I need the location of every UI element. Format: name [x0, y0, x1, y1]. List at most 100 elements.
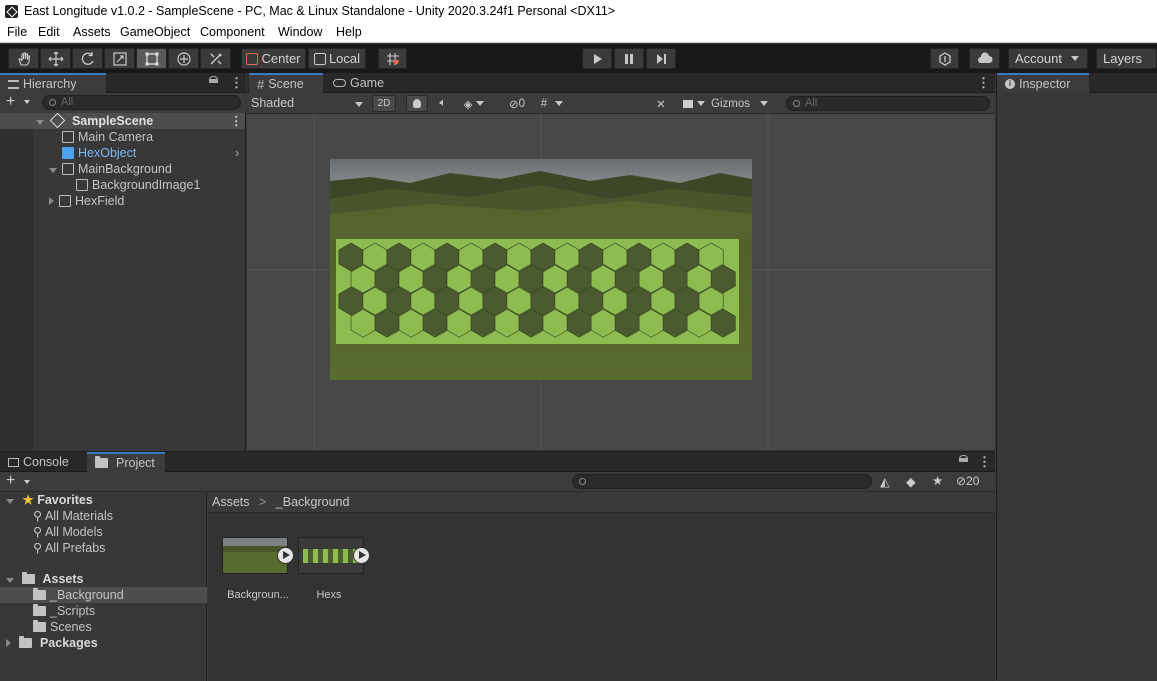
- play-icon[interactable]: [277, 547, 294, 564]
- eye-off-icon: ⊘: [956, 474, 967, 488]
- hierarchy-item[interactable]: MainBackground: [0, 161, 245, 177]
- dropdown-arrow-icon: [1071, 56, 1079, 61]
- hidden-packages-toggle[interactable]: ⊘20: [956, 474, 979, 488]
- camera-dropdown[interactable]: [679, 95, 709, 112]
- dropdown-arrow-icon: [697, 101, 705, 106]
- audio-toggle-button[interactable]: 🔈︎: [433, 95, 453, 112]
- layers-dropdown[interactable]: Layers: [1096, 48, 1157, 69]
- scene-panel: # Scene Game ⋮ Shaded 2D 🔈︎ ◈ ⊘ 0 # ✕ Giz…: [247, 73, 995, 450]
- item-label: MainBackground: [78, 162, 172, 176]
- transform-tool-button[interactable]: [168, 48, 199, 69]
- assets-row[interactable]: Assets: [0, 571, 207, 587]
- tab-game[interactable]: Game: [325, 73, 392, 93]
- scene-viewport[interactable]: [247, 114, 995, 450]
- hierarchy-item[interactable]: Main Camera: [0, 129, 245, 145]
- lock-icon[interactable]: [209, 76, 218, 83]
- tab-console[interactable]: Console: [0, 452, 77, 472]
- scene-row[interactable]: SampleScene ⋮: [0, 112, 245, 129]
- gizmos-dropdown[interactable]: Gizmos: [711, 95, 777, 112]
- rect-tool-button[interactable]: [136, 48, 167, 69]
- menu-edit[interactable]: Edit: [38, 25, 60, 39]
- pause-button[interactable]: [614, 48, 644, 69]
- menu-assets[interactable]: Assets: [73, 25, 111, 39]
- dropdown-arrow-icon: [476, 101, 485, 106]
- hex-field: [336, 239, 739, 344]
- grid-dropdown[interactable]: #: [534, 95, 570, 112]
- pivot-local-button[interactable]: Local: [308, 48, 366, 69]
- hierarchy-item[interactable]: BackgroundImage1: [0, 177, 245, 193]
- folder-label: Scenes: [50, 620, 92, 634]
- hidden-objects-toggle[interactable]: ⊘ 0: [502, 95, 532, 112]
- shading-dropdown[interactable]: Shaded: [251, 95, 366, 112]
- dropdown-arrow-icon[interactable]: [24, 480, 30, 484]
- menu-gameobject[interactable]: GameObject: [120, 25, 190, 39]
- expand-arrow-icon[interactable]: [36, 120, 44, 125]
- kebab-menu-icon[interactable]: ⋮: [230, 113, 243, 129]
- expand-arrow-icon[interactable]: [6, 578, 14, 583]
- custom-tool-button[interactable]: [200, 48, 231, 69]
- asset-label: Backgroun...: [227, 589, 289, 601]
- lock-icon[interactable]: [959, 455, 968, 462]
- play-icon[interactable]: [353, 547, 370, 564]
- grid-icon: #: [540, 97, 548, 110]
- collapse-arrow-icon[interactable]: [49, 197, 54, 205]
- lighting-toggle-button[interactable]: [406, 95, 428, 112]
- packages-row[interactable]: Packages: [0, 635, 207, 651]
- favorite-item[interactable]: ⚲ All Materials: [0, 508, 207, 524]
- tab-hierarchy[interactable]: Hierarchy: [0, 73, 106, 93]
- breadcrumb-current[interactable]: _Background: [276, 495, 350, 509]
- scene-search-input[interactable]: All: [786, 96, 990, 111]
- kebab-menu-icon[interactable]: ⋮: [978, 454, 991, 470]
- favorites-row[interactable]: ★ Favorites: [0, 492, 207, 508]
- menu-help[interactable]: Help: [336, 25, 362, 39]
- hash-icon: #: [257, 76, 265, 92]
- tab-scene[interactable]: # Scene: [249, 73, 323, 93]
- collab-button[interactable]: [930, 48, 959, 69]
- menu-file[interactable]: File: [7, 25, 27, 39]
- hand-tool-button[interactable]: [8, 48, 39, 69]
- grid-snap-button[interactable]: [378, 48, 407, 69]
- 2d-toggle-button[interactable]: 2D: [372, 95, 396, 112]
- plus-icon[interactable]: +: [6, 472, 15, 490]
- cloud-button[interactable]: [969, 48, 1000, 69]
- expand-arrow-icon[interactable]: [49, 168, 57, 173]
- hierarchy-header: Hierarchy ⋮: [0, 73, 246, 93]
- breadcrumb-assets[interactable]: Assets: [212, 495, 250, 509]
- folder-item[interactable]: Scenes: [0, 619, 207, 635]
- hierarchy-item-prefab[interactable]: HexObject ›: [0, 145, 245, 161]
- tab-project[interactable]: Project: [87, 452, 165, 472]
- effects-dropdown[interactable]: ◈: [457, 95, 491, 112]
- tools-button[interactable]: ✕: [650, 95, 672, 112]
- search-icon: ⚲: [33, 509, 45, 523]
- favorite-item[interactable]: ⚲ All Models: [0, 524, 207, 540]
- hierarchy-search-input[interactable]: All: [42, 95, 241, 110]
- kebab-menu-icon[interactable]: ⋮: [977, 75, 990, 91]
- rotate-tool-button[interactable]: [72, 48, 103, 69]
- play-button[interactable]: [582, 48, 612, 69]
- collapse-arrow-icon[interactable]: [6, 639, 11, 647]
- menu-component[interactable]: Component: [200, 25, 265, 39]
- star-icon[interactable]: ★: [932, 473, 943, 488]
- expand-arrow-icon[interactable]: [6, 499, 14, 504]
- tab-inspector[interactable]: i Inspector: [997, 73, 1089, 93]
- dropdown-arrow-icon[interactable]: [24, 100, 30, 104]
- move-tool-button[interactable]: [40, 48, 71, 69]
- tag-icon[interactable]: ◆: [906, 474, 916, 489]
- pivot-center-button[interactable]: Center: [241, 48, 306, 69]
- folder-item-selected[interactable]: _Background: [0, 587, 207, 603]
- hierarchy-tree: SampleScene ⋮ Main Camera HexObject › Ma…: [0, 112, 246, 450]
- scale-tool-button[interactable]: [104, 48, 135, 69]
- hierarchy-item[interactable]: HexField: [0, 193, 245, 209]
- filter-type-icon[interactable]: ◭: [880, 474, 890, 489]
- folder-item[interactable]: _Scripts: [0, 603, 207, 619]
- kebab-menu-icon[interactable]: ⋮: [230, 75, 243, 91]
- collab-icon: [938, 51, 951, 66]
- account-dropdown[interactable]: Account: [1008, 48, 1088, 69]
- project-search-input[interactable]: [572, 474, 872, 489]
- menu-window[interactable]: Window: [278, 25, 322, 39]
- package-count: 20: [966, 474, 980, 488]
- step-button[interactable]: [646, 48, 676, 69]
- plus-icon[interactable]: +: [6, 93, 15, 111]
- favorite-item[interactable]: ⚲ All Prefabs: [0, 540, 207, 556]
- chevron-right-icon[interactable]: ›: [235, 145, 239, 161]
